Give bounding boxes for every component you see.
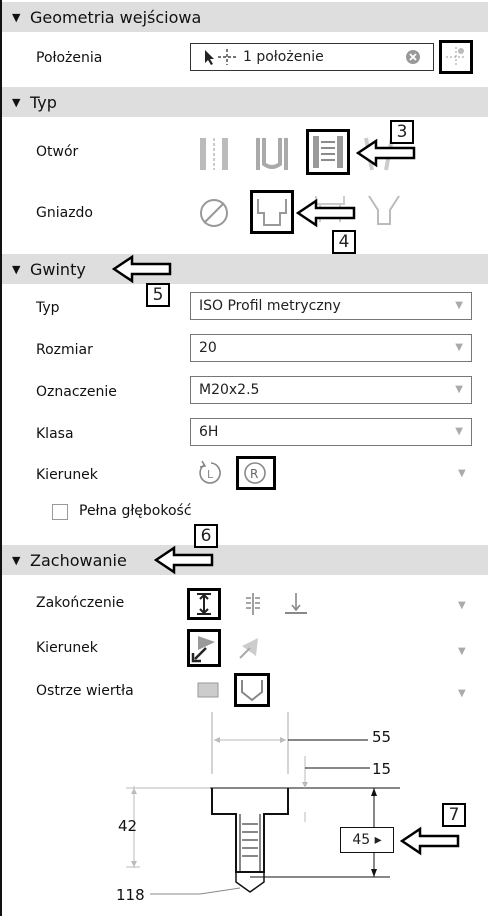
- callout-4: 4: [332, 230, 356, 254]
- angle-drill-point-button[interactable]: [234, 673, 270, 707]
- thread-type-select[interactable]: ISO Profil metryczny ▼: [190, 292, 472, 320]
- left-hand-thread-icon[interactable]: L: [196, 458, 226, 488]
- through-all-icon[interactable]: [240, 590, 268, 618]
- add-position-button[interactable]: [439, 40, 473, 74]
- counterbore-icon: [257, 199, 287, 226]
- dim-55[interactable]: 55: [372, 728, 391, 746]
- section-typ[interactable]: ▼ Typ: [2, 87, 488, 117]
- thread-type-value: ISO Profil metryczny: [199, 298, 341, 314]
- section-title: Typ: [30, 92, 57, 112]
- chevron-down-icon[interactable]: ▼: [458, 600, 466, 611]
- klasa-label: Klasa: [36, 426, 74, 442]
- class-select[interactable]: 6H ▼: [190, 418, 472, 446]
- typ-label: Typ: [36, 300, 60, 316]
- positions-label: Położenia: [36, 50, 103, 66]
- clearance-hole-icon[interactable]: [252, 136, 294, 172]
- kierunek-label: Kierunek: [36, 467, 98, 483]
- chevron-down-icon: ▼: [455, 300, 463, 311]
- drill-point-label: Ostrze wiertła: [36, 683, 134, 699]
- class-value: 6H: [199, 424, 219, 440]
- size-select[interactable]: 20 ▼: [190, 334, 472, 362]
- callout-5: 5: [146, 283, 170, 307]
- collapse-triangle-icon: ▼: [12, 262, 21, 276]
- section-title: Zachowanie: [30, 550, 127, 570]
- dim-15[interactable]: 15: [372, 760, 391, 778]
- collapse-triangle-icon: ▼: [12, 95, 21, 109]
- dim-118[interactable]: 118: [116, 886, 145, 904]
- direction-label: Kierunek: [36, 640, 98, 656]
- right-hand-thread-icon: R: [244, 462, 266, 484]
- callout-6: 6: [194, 524, 218, 548]
- otwor-label: Otwór: [36, 144, 79, 160]
- dim-42[interactable]: 42: [118, 817, 137, 835]
- designation-value: M20x2.5: [199, 382, 260, 398]
- chevron-down-icon: ▼: [455, 426, 463, 437]
- direction-arrow-icon: [191, 636, 215, 663]
- tapped-hole-button[interactable]: [306, 129, 350, 175]
- no-seat-icon[interactable]: [197, 196, 231, 230]
- callout-arrow-5: [112, 254, 172, 284]
- svg-text:L: L: [207, 468, 214, 481]
- callout-arrow-7: [400, 826, 460, 856]
- section-title: Geometria wejściowa: [30, 7, 202, 27]
- cursor-point-icon: [205, 49, 236, 65]
- counterbore-button[interactable]: [250, 190, 294, 234]
- direction-default-button[interactable]: [187, 629, 221, 667]
- flat-drill-point-icon[interactable]: [196, 678, 220, 702]
- clear-icon[interactable]: [405, 49, 421, 65]
- chevron-down-icon: ▼: [455, 384, 463, 395]
- section-zachowanie[interactable]: ▼ Zachowanie: [2, 545, 488, 575]
- simple-hole-icon[interactable]: [194, 136, 236, 172]
- chevron-down-icon[interactable]: ▼: [458, 468, 466, 479]
- chevron-down-icon[interactable]: ▼: [458, 688, 466, 699]
- chevron-down-icon: ▼: [455, 342, 463, 353]
- callout-arrow-3: [356, 138, 416, 168]
- collapse-triangle-icon: ▼: [12, 553, 21, 567]
- direction-flip-icon[interactable]: [236, 632, 266, 662]
- section-title: Gwinty: [30, 259, 86, 279]
- add-point-icon: [446, 47, 466, 67]
- tapped-hole-icon: [313, 136, 343, 168]
- size-value: 20: [199, 340, 217, 356]
- termination-label: Zakończenie: [36, 595, 125, 611]
- callout-7: 7: [442, 803, 466, 827]
- oznaczenie-label: Oznaczenie: [36, 384, 117, 400]
- full-depth-label: Pełna głębokość: [79, 503, 192, 519]
- countersink-icon[interactable]: [366, 192, 402, 228]
- chevron-down-icon[interactable]: ▼: [458, 646, 466, 657]
- distance-icon: [197, 593, 211, 615]
- positions-field[interactable]: 1 położenie: [190, 43, 434, 71]
- designation-select[interactable]: M20x2.5 ▼: [190, 376, 472, 404]
- gniazdo-label: Gniazdo: [36, 205, 93, 221]
- callout-arrow-6: [154, 545, 214, 575]
- right-hand-thread-button[interactable]: R: [236, 456, 276, 490]
- rozmiar-label: Rozmiar: [36, 342, 93, 358]
- distance-termination-button[interactable]: [187, 588, 221, 620]
- angle-drill-point-icon: [241, 680, 263, 702]
- svg-text:R: R: [250, 467, 258, 481]
- to-face-icon[interactable]: [282, 590, 310, 618]
- section-gwinty[interactable]: ▼ Gwinty: [2, 254, 488, 284]
- section-geometria[interactable]: ▼ Geometria wejściowa: [2, 2, 488, 32]
- dim-45-field[interactable]: 45 ▸: [340, 827, 394, 853]
- collapse-triangle-icon: ▼: [12, 10, 21, 24]
- full-depth-checkbox[interactable]: [52, 504, 68, 520]
- callout-arrow-4: [296, 198, 356, 228]
- positions-value: 1 położenie: [243, 49, 324, 65]
